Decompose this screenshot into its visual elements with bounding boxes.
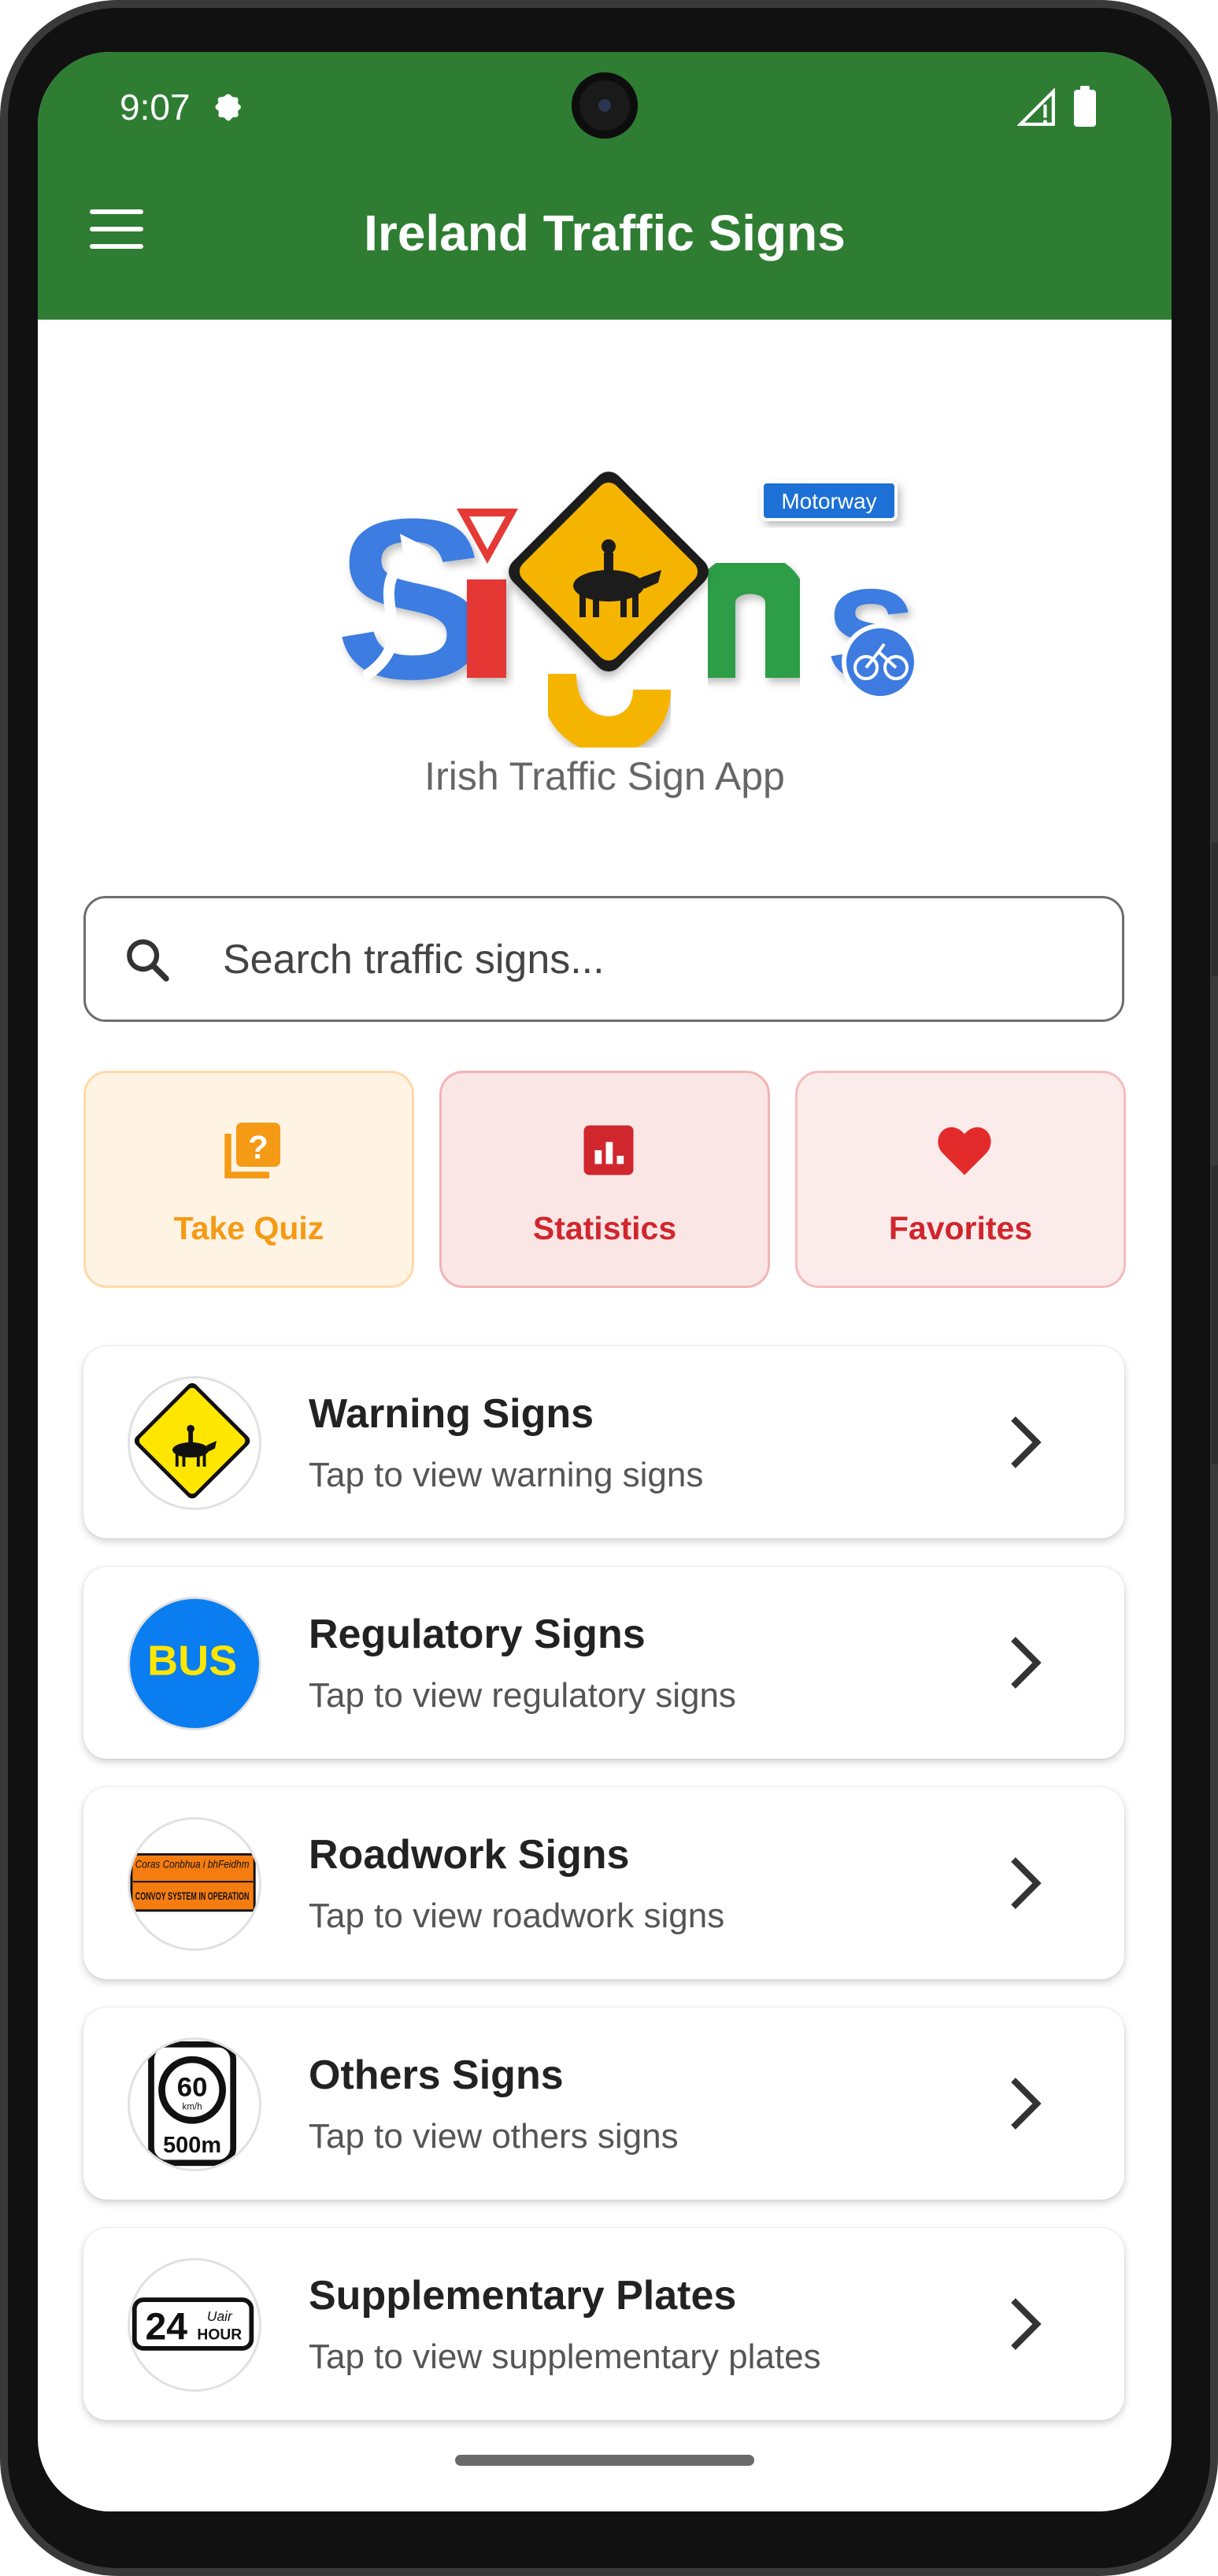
svg-text:24: 24 xyxy=(145,2305,187,2348)
signal-icon xyxy=(1017,88,1055,126)
category-card-roadwork[interactable]: Coras Conbhua i bhFeidhm CONVOY SYSTEM I… xyxy=(83,1787,1124,1979)
quiz-icon: ? xyxy=(224,1123,280,1179)
take-quiz-button[interactable]: ? Take Quiz xyxy=(83,1071,414,1288)
front-camera xyxy=(572,72,638,139)
take-quiz-label: Take Quiz xyxy=(173,1210,324,1246)
statistics-button[interactable]: Statistics xyxy=(439,1071,770,1288)
category-title: Roadwork Signs xyxy=(309,1832,630,1878)
svg-text:CONVOY SYSTEM IN OPERATION: CONVOY SYSTEM IN OPERATION xyxy=(135,1890,250,1902)
category-card-regulatory[interactable]: BUS Regulatory Signs Tap to view regulat… xyxy=(83,1567,1124,1759)
home-indicator[interactable] xyxy=(455,2455,754,2466)
category-subtitle: Tap to view warning signs xyxy=(309,1456,704,1494)
category-subtitle: Tap to view regulatory signs xyxy=(309,1676,736,1715)
svg-text:BUS: BUS xyxy=(147,1637,237,1684)
motorway-label: Motorway xyxy=(781,489,876,513)
svg-text:Uair: Uair xyxy=(207,2308,233,2324)
search-input[interactable] xyxy=(221,898,1090,1021)
warning-sign-thumbnail xyxy=(128,1376,261,1510)
24-hour-plate-thumbnail: 24 Uair HOUR xyxy=(128,2258,261,2392)
phone-frame: 9:07 Ireland Traffic Signs S s Motorway … xyxy=(0,0,1218,2576)
svg-text:500m: 500m xyxy=(163,2133,221,2158)
svg-text:Coras Conbhua i bhFeidhm: Coras Conbhua i bhFeidhm xyxy=(135,1859,250,1871)
chevron-right-icon xyxy=(1011,2078,1042,2130)
category-subtitle: Tap to view supplementary plates xyxy=(309,2337,821,2376)
category-title: Others Signs xyxy=(309,2052,564,2098)
chevron-right-icon xyxy=(1011,2298,1042,2350)
favorites-button[interactable]: Favorites xyxy=(795,1071,1126,1288)
logo-letter-i xyxy=(467,579,506,678)
svg-text:?: ? xyxy=(248,1129,268,1166)
speed-limit-sign-thumbnail: 60 km/h 500m xyxy=(128,2037,261,2171)
logo-letter-n xyxy=(694,553,806,678)
statistics-label: Statistics xyxy=(532,1210,677,1246)
chevron-right-icon xyxy=(1011,1637,1042,1689)
svg-text:km/h: km/h xyxy=(183,2103,202,2112)
category-subtitle: Tap to view others signs xyxy=(309,2117,679,2156)
svg-text:60: 60 xyxy=(177,2072,208,2102)
settings-notification-icon xyxy=(215,94,241,121)
bus-sign-thumbnail: BUS xyxy=(128,1597,261,1730)
chevron-right-icon xyxy=(1011,1416,1042,1468)
category-card-supplementary[interactable]: 24 Uair HOUR Supplementary Plates Tap to… xyxy=(83,2228,1124,2420)
category-subtitle: Tap to view roadwork signs xyxy=(309,1897,725,1935)
svg-text:HOUR: HOUR xyxy=(197,2326,242,2343)
volume-button xyxy=(1212,842,1218,976)
category-title: Supplementary Plates xyxy=(309,2273,737,2319)
logo-tagline: Irish Traffic Sign App xyxy=(424,754,785,798)
status-time: 9:07 xyxy=(120,87,191,128)
bar-chart-icon xyxy=(583,1125,634,1175)
favorites-label: Favorites xyxy=(888,1210,1033,1246)
category-title: Warning Signs xyxy=(309,1391,594,1437)
screen: 9:07 Ireland Traffic Signs S s Motorway … xyxy=(38,52,1172,2511)
convoy-sign-thumbnail: Coras Conbhua i bhFeidhm CONVOY SYSTEM I… xyxy=(128,1817,261,1951)
app-bar: 9:07 Ireland Traffic Signs xyxy=(38,52,1172,320)
app-title: Ireland Traffic Signs xyxy=(364,205,846,261)
power-button xyxy=(1212,1165,1218,1464)
search-icon xyxy=(127,939,169,982)
heart-icon xyxy=(938,1127,991,1175)
chevron-right-icon xyxy=(1011,1857,1042,1909)
search-bar[interactable] xyxy=(83,896,1124,1022)
battery-icon xyxy=(1074,86,1096,127)
category-title: Regulatory Signs xyxy=(309,1612,646,1657)
category-card-warning[interactable]: Warning Signs Tap to view warning signs xyxy=(83,1346,1124,1538)
category-card-others[interactable]: 60 km/h 500m Others Signs Tap to view ot… xyxy=(83,2008,1124,2200)
